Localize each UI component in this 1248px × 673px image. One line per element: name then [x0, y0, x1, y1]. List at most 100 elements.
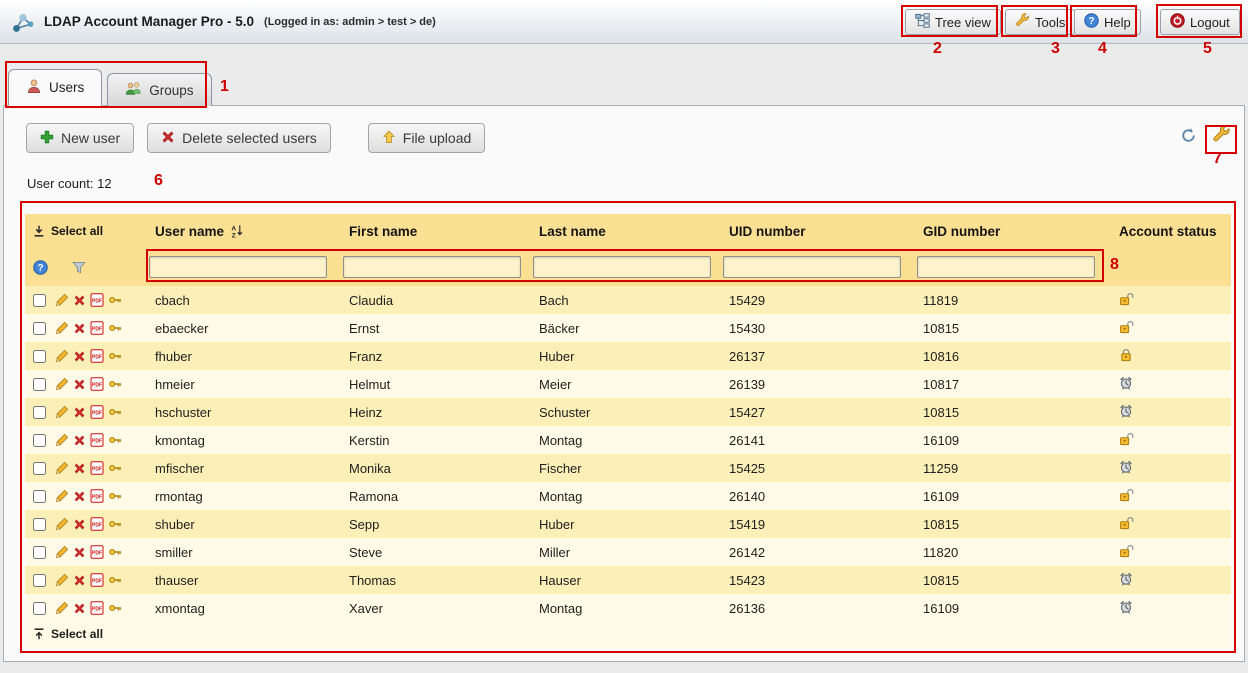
edit-icon[interactable] — [55, 377, 69, 391]
delete-icon[interactable] — [73, 322, 86, 335]
pdf-icon[interactable]: PDF — [90, 377, 104, 391]
pdf-icon[interactable]: PDF — [90, 573, 104, 587]
cell-user-name[interactable]: kmontag — [147, 426, 341, 454]
row-checkbox[interactable] — [33, 490, 46, 503]
password-key-icon[interactable] — [108, 601, 122, 615]
column-first-name[interactable]: First name — [341, 214, 531, 248]
column-gid-number[interactable]: GID number — [915, 214, 1111, 248]
cell-user-name[interactable]: fhuber — [147, 342, 341, 370]
password-key-icon[interactable] — [108, 405, 122, 419]
edit-icon[interactable] — [55, 321, 69, 335]
logout-button[interactable]: Logout — [1160, 9, 1240, 35]
edit-icon[interactable] — [55, 517, 69, 531]
pdf-icon[interactable]: PDF — [90, 489, 104, 503]
row-checkbox[interactable] — [33, 462, 46, 475]
row-checkbox[interactable] — [33, 350, 46, 363]
file-upload-button[interactable]: File upload — [368, 123, 486, 153]
pdf-icon[interactable]: PDF — [90, 517, 104, 531]
password-key-icon[interactable] — [108, 377, 122, 391]
select-all-bottom[interactable]: Select all — [33, 627, 103, 641]
password-key-icon[interactable] — [108, 517, 122, 531]
help-button[interactable]: ? Help — [1074, 9, 1141, 35]
password-key-icon[interactable] — [108, 573, 122, 587]
edit-icon[interactable] — [55, 405, 69, 419]
row-checkbox[interactable] — [33, 546, 46, 559]
delete-icon[interactable] — [73, 602, 86, 615]
row-checkbox[interactable] — [33, 602, 46, 615]
cell-user-name[interactable]: shuber — [147, 510, 341, 538]
pdf-icon[interactable]: PDF — [90, 601, 104, 615]
filter-input-gid-number[interactable] — [917, 256, 1095, 278]
row-checkbox[interactable] — [33, 378, 46, 391]
settings-button[interactable] — [1212, 125, 1231, 144]
delete-icon[interactable] — [73, 378, 86, 391]
pdf-icon[interactable]: PDF — [90, 461, 104, 475]
filter-help-icon[interactable]: ? — [33, 260, 48, 275]
password-key-icon[interactable] — [108, 545, 122, 559]
password-key-icon[interactable] — [108, 489, 122, 503]
password-key-icon[interactable] — [108, 461, 122, 475]
cell-uid-number: 26137 — [721, 342, 915, 370]
sort-az-icon[interactable]: AZ — [230, 224, 244, 238]
row-checkbox[interactable] — [33, 574, 46, 587]
column-user-name[interactable]: User name AZ — [147, 214, 341, 248]
edit-icon[interactable] — [55, 601, 69, 615]
refresh-button[interactable] — [1180, 127, 1197, 144]
edit-icon[interactable] — [55, 545, 69, 559]
filter-funnel-icon[interactable] — [72, 261, 86, 274]
edit-icon[interactable] — [55, 489, 69, 503]
row-checkbox[interactable] — [33, 406, 46, 419]
filter-input-first-name[interactable] — [343, 256, 521, 278]
tab-users[interactable]: Users — [8, 69, 102, 106]
password-key-icon[interactable] — [108, 321, 122, 335]
password-key-icon[interactable] — [108, 433, 122, 447]
tab-groups[interactable]: Groups — [107, 73, 211, 106]
delete-icon[interactable] — [73, 546, 86, 559]
filter-input-last-name[interactable] — [533, 256, 711, 278]
delete-icon[interactable] — [73, 574, 86, 587]
edit-icon[interactable] — [55, 433, 69, 447]
account-status-unlocked-icon — [1119, 544, 1134, 558]
edit-icon[interactable] — [55, 573, 69, 587]
column-uid-number[interactable]: UID number — [721, 214, 915, 248]
pdf-icon[interactable]: PDF — [90, 293, 104, 307]
delete-icon[interactable] — [73, 350, 86, 363]
delete-icon[interactable] — [73, 294, 86, 307]
password-key-icon[interactable] — [108, 349, 122, 363]
delete-icon[interactable] — [73, 518, 86, 531]
cell-user-name[interactable]: hmeier — [147, 370, 341, 398]
cell-user-name[interactable]: xmontag — [147, 594, 341, 622]
tools-button[interactable]: Tools — [1005, 9, 1075, 35]
row-checkbox[interactable] — [33, 434, 46, 447]
filter-input-user-name[interactable] — [149, 256, 327, 278]
pdf-icon[interactable]: PDF — [90, 433, 104, 447]
delete-icon[interactable] — [73, 434, 86, 447]
pdf-icon[interactable]: PDF — [90, 545, 104, 559]
pdf-icon[interactable]: PDF — [90, 405, 104, 419]
tree-view-button[interactable]: Tree view — [905, 9, 1001, 35]
password-key-icon[interactable] — [108, 293, 122, 307]
edit-icon[interactable] — [55, 349, 69, 363]
cell-user-name[interactable]: rmontag — [147, 482, 341, 510]
row-checkbox[interactable] — [33, 322, 46, 335]
cell-user-name[interactable]: cbach — [147, 286, 341, 314]
delete-icon[interactable] — [73, 490, 86, 503]
cell-user-name[interactable]: thauser — [147, 566, 341, 594]
delete-icon[interactable] — [73, 406, 86, 419]
row-checkbox[interactable] — [33, 518, 46, 531]
cell-user-name[interactable]: smiller — [147, 538, 341, 566]
new-user-button[interactable]: New user — [26, 123, 134, 153]
row-checkbox[interactable] — [33, 294, 46, 307]
select-all-top[interactable]: Select all — [25, 214, 147, 248]
edit-icon[interactable] — [55, 461, 69, 475]
cell-user-name[interactable]: mfischer — [147, 454, 341, 482]
edit-icon[interactable] — [55, 293, 69, 307]
cell-user-name[interactable]: ebaecker — [147, 314, 341, 342]
cell-user-name[interactable]: hschuster — [147, 398, 341, 426]
delete-selected-users-button[interactable]: Delete selected users — [147, 123, 331, 153]
delete-icon[interactable] — [73, 462, 86, 475]
filter-input-uid-number[interactable] — [723, 256, 901, 278]
pdf-icon[interactable]: PDF — [90, 349, 104, 363]
column-last-name[interactable]: Last name — [531, 214, 721, 248]
pdf-icon[interactable]: PDF — [90, 321, 104, 335]
